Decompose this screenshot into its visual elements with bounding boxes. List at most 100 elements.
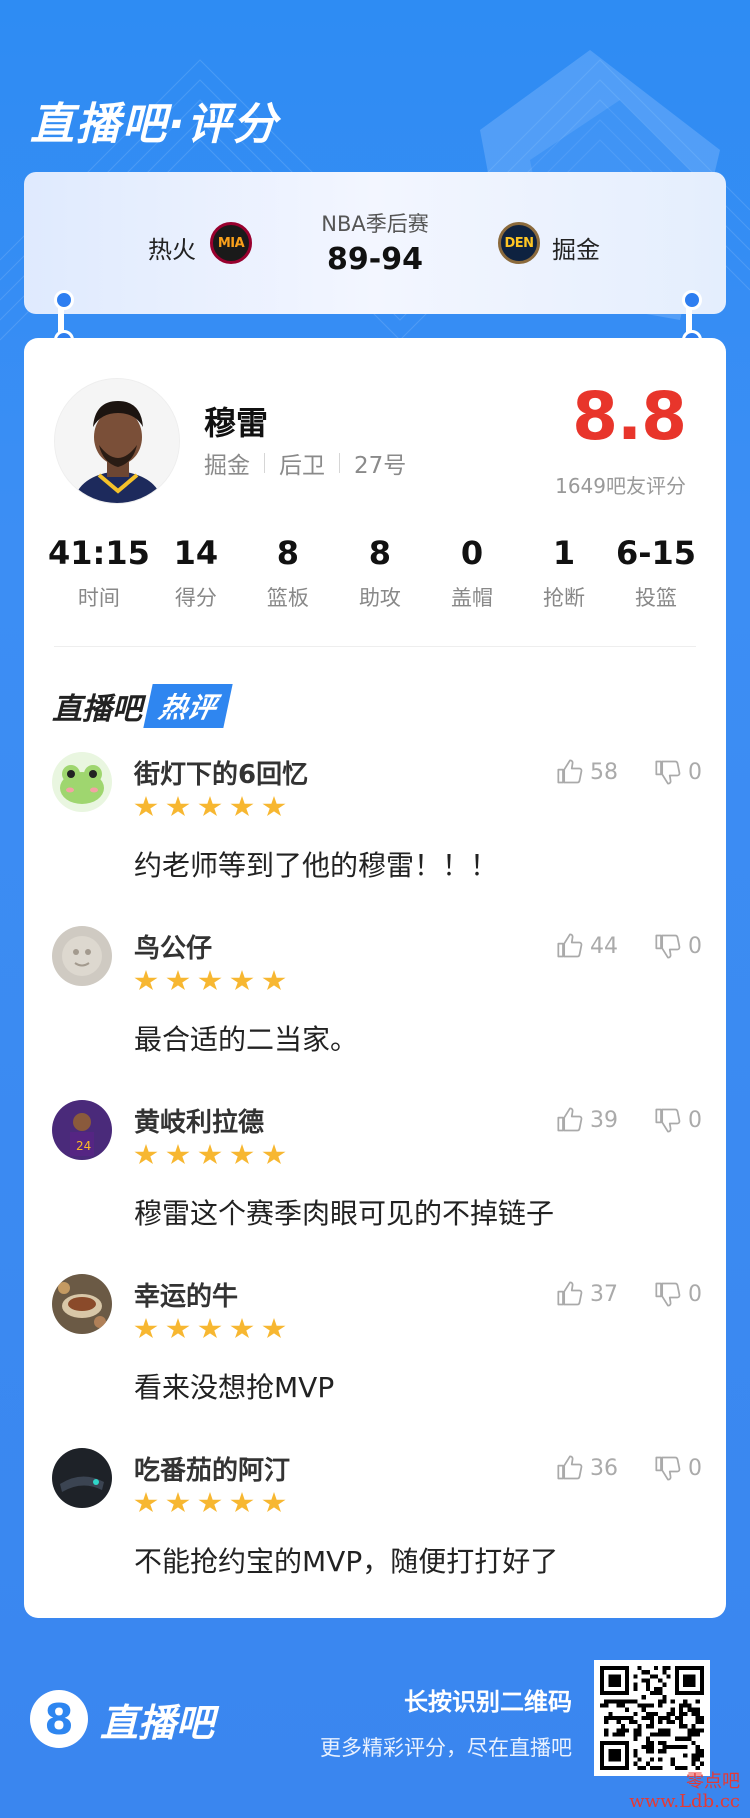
stat-value: 8 [276, 534, 300, 572]
like-button[interactable]: 58 [556, 758, 618, 786]
player-team: 掘金 [204, 453, 250, 479]
svg-text:24: 24 [76, 1139, 91, 1153]
card-connector-right [682, 290, 702, 350]
player-avatar [54, 378, 180, 504]
star-icon [262, 970, 286, 991]
thumbs-down-icon [655, 1282, 681, 1307]
stat-shooting: 6-15 投篮 [610, 534, 702, 612]
like-button[interactable]: 36 [556, 1454, 618, 1482]
card-connector-left [54, 290, 74, 350]
star-rating [134, 1318, 286, 1340]
meta-separator [264, 453, 265, 473]
star-icon [230, 970, 254, 991]
logo-mark: 8 [30, 1690, 88, 1748]
star-rating [134, 1492, 286, 1514]
star-rating [134, 1144, 286, 1166]
stat-value: 8 [368, 534, 392, 572]
hot-title-tag: 热评 [143, 684, 233, 728]
star-icon [166, 970, 190, 991]
user-avatar[interactable] [52, 1448, 112, 1508]
dislike-button[interactable]: 0 [654, 932, 702, 960]
dislike-count: 0 [688, 759, 702, 785]
star-icon [166, 796, 190, 817]
like-count: 39 [590, 1107, 618, 1133]
section-divider [54, 646, 696, 647]
player-rating-card: 穆雷 掘金 后卫 27号 8.8 1649吧友评分 41:15 时间 14 得分… [24, 338, 726, 1618]
star-icon [134, 1318, 158, 1339]
hot-comments-title: 直播吧 热评 [52, 684, 233, 728]
stat-value: 0 [460, 534, 484, 572]
player-stats: 41:15 时间 14 得分 8 篮板 8 助攻 0 盖帽 1 抢断 6-15 … [48, 534, 702, 612]
stat-assists: 8 助攻 [334, 534, 426, 612]
comment-username[interactable]: 幸运的牛 [134, 1276, 238, 1313]
player-meta: 掘金 后卫 27号 [204, 446, 406, 480]
star-icon [230, 1318, 254, 1339]
footer-logo: 8 直播吧 [30, 1690, 214, 1748]
stat-label: 篮板 [266, 586, 309, 610]
comment-username[interactable]: 吃番茄的阿汀 [134, 1450, 290, 1487]
away-team-name: 掘金 [552, 236, 600, 264]
dislike-button[interactable]: 0 [654, 1280, 702, 1308]
qr-hint-subtitle: 更多精彩评分，尽在直播吧 [320, 1736, 572, 1760]
player-position: 后卫 [279, 453, 325, 479]
comment-item: 24 黄岐利拉德 穆雷这个赛季肉眼可见的不掉链子 39 0 [52, 1100, 702, 1274]
star-rating [134, 796, 286, 818]
comment-item: 幸运的牛 看来没想抢MVP 37 0 [52, 1274, 702, 1448]
star-icon [262, 796, 286, 817]
dislike-count: 0 [688, 1107, 702, 1133]
thumbs-down-icon [655, 760, 681, 785]
user-avatar[interactable] [52, 1274, 112, 1334]
stat-blocks: 0 盖帽 [426, 534, 518, 612]
logo-text: 直播吧 [100, 1700, 215, 1745]
star-icon [134, 1492, 158, 1513]
stat-label: 时间 [77, 586, 120, 610]
like-button[interactable]: 39 [556, 1106, 618, 1134]
stat-rebounds: 8 篮板 [242, 534, 334, 612]
user-avatar[interactable]: 24 [52, 1100, 112, 1160]
stat-label: 助攻 [358, 586, 401, 610]
watermark-url: www.Ldb.cc [629, 1791, 740, 1813]
thumbs-up-icon [557, 933, 583, 958]
star-icon [134, 970, 158, 991]
star-icon [166, 1492, 190, 1513]
dislike-count: 0 [688, 1455, 702, 1481]
thumbs-down-icon [655, 934, 681, 959]
thumbs-down-icon [655, 1108, 681, 1133]
star-icon [262, 1318, 286, 1339]
like-button[interactable]: 44 [556, 932, 618, 960]
thumbs-up-icon [557, 1281, 583, 1306]
meta-separator [339, 453, 340, 473]
user-avatar[interactable] [52, 926, 112, 986]
site-watermark: 零点吧 www.Ldb.cc [629, 1772, 740, 1812]
comment-username[interactable]: 黄岐利拉德 [134, 1102, 264, 1139]
comment-username[interactable]: 鸟公仔 [134, 928, 212, 965]
star-icon [198, 1492, 222, 1513]
dislike-count: 0 [688, 1281, 702, 1307]
comment-text: 最合适的二当家。 [134, 1023, 359, 1056]
thumbs-up-icon [557, 759, 583, 784]
like-button[interactable]: 37 [556, 1280, 618, 1308]
qr-hint-title: 长按识别二维码 [404, 1688, 572, 1716]
comment-item: 街灯下的6回忆 约老师等到了他的穆雷！！！ 58 0 [52, 752, 702, 926]
stat-value: 1 [552, 534, 576, 572]
thumbs-up-icon [557, 1107, 583, 1132]
star-icon [262, 1144, 286, 1165]
user-avatar[interactable] [52, 752, 112, 812]
stat-value: 41:15 [48, 534, 150, 572]
comment-username[interactable]: 街灯下的6回忆 [134, 754, 308, 791]
qr-code[interactable] [594, 1660, 710, 1776]
comment-text: 约老师等到了他的穆雷！！！ [134, 849, 499, 882]
dislike-button[interactable]: 0 [654, 1454, 702, 1482]
star-icon [198, 970, 222, 991]
star-icon [198, 1318, 222, 1339]
dislike-button[interactable]: 0 [654, 758, 702, 786]
rating-score: 8.8 [572, 378, 687, 455]
player-number: 27号 [354, 453, 407, 479]
star-icon [230, 1492, 254, 1513]
app-title: 直播吧·评分 [30, 99, 279, 150]
thumbs-up-icon [557, 1455, 583, 1480]
dislike-button[interactable]: 0 [654, 1106, 702, 1134]
comment-item: 鸟公仔 最合适的二当家。 44 0 [52, 926, 702, 1100]
dislike-count: 0 [688, 933, 702, 959]
like-count: 37 [590, 1281, 618, 1307]
